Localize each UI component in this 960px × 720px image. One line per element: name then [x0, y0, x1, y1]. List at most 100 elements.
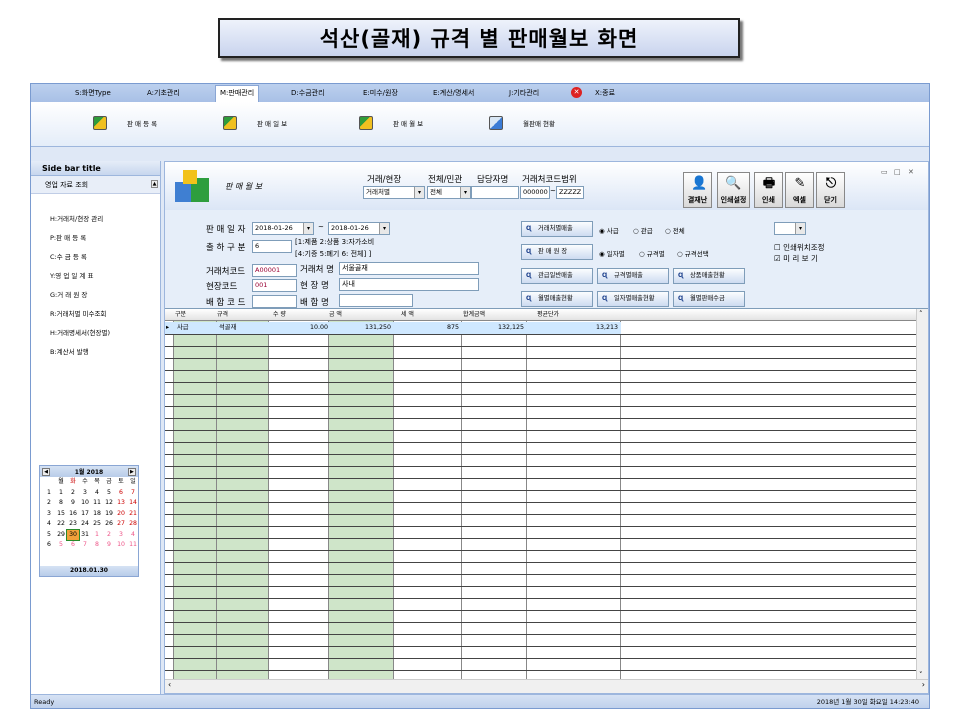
- calendar-day[interactable]: 31: [79, 530, 91, 541]
- sales-ledger-button[interactable]: Ɋ판 매 원 장: [521, 244, 593, 260]
- print-button[interactable]: 🖶 인쇄: [754, 172, 783, 208]
- calendar-day[interactable]: 9: [67, 498, 79, 509]
- sidebar-item-statement[interactable]: H:거래명세서(현장별): [50, 327, 110, 337]
- date-to-input[interactable]: 2018-01-26: [328, 222, 390, 235]
- calendar-day[interactable]: 18: [91, 509, 103, 520]
- menu-receivable[interactable]: E:미수/원장: [359, 86, 402, 100]
- menu-invoice[interactable]: E:계산/명세서: [429, 86, 478, 100]
- calendar-day[interactable]: 20: [115, 509, 127, 520]
- sidebar-item-tax-invoice[interactable]: B:계산서 발행: [50, 346, 89, 356]
- site-name-input[interactable]: 사내: [339, 278, 479, 291]
- ribbon-monthly-status[interactable]: 월판매 현황: [489, 116, 555, 130]
- menu-etc[interactable]: J:기타관리: [505, 86, 543, 100]
- sidebar-section[interactable]: 영업 자료 조회 ▲: [31, 176, 160, 194]
- public-sales-button[interactable]: Ɋ 관급일반매출: [521, 268, 593, 284]
- calendar-day[interactable]: 5: [103, 488, 115, 499]
- calendar-day[interactable]: 5: [55, 540, 67, 551]
- calendar-day[interactable]: 9: [103, 540, 115, 551]
- menu-sales[interactable]: M:판매관리: [215, 85, 260, 102]
- preview-check[interactable]: ☑ 미 리 보 기: [774, 253, 818, 264]
- ribbon-monthly-report[interactable]: 판 매 월 보: [359, 116, 423, 130]
- scroll-up-icon[interactable]: ▲: [151, 180, 158, 188]
- site-code-input[interactable]: 001: [252, 279, 297, 292]
- print-position-check[interactable]: ☐ 인쇄위치조정: [774, 242, 825, 253]
- scroll-down-icon[interactable]: ˅: [919, 671, 923, 679]
- calendar-day[interactable]: 27: [115, 519, 127, 530]
- calendar-day[interactable]: 3: [79, 488, 91, 499]
- calendar-day[interactable]: 4: [127, 530, 139, 541]
- calendar-day[interactable]: 11: [127, 540, 139, 551]
- calendar-day[interactable]: 1: [55, 488, 67, 499]
- monthly-collect-button[interactable]: Ɋ 월별판매수금: [673, 291, 745, 307]
- menu-screen-type[interactable]: S:화면Type: [71, 86, 115, 100]
- calendar-day[interactable]: 1: [91, 530, 103, 541]
- approve-button[interactable]: 👤 결재난: [683, 172, 712, 208]
- calendar-day[interactable]: 29: [55, 530, 67, 541]
- calendar-today[interactable]: 2018.01.30: [40, 566, 138, 576]
- calendar-day[interactable]: 25: [91, 519, 103, 530]
- calendar-day[interactable]: 8: [55, 498, 67, 509]
- cust-name-input[interactable]: 서울골재: [339, 262, 479, 275]
- menu-collection[interactable]: D:수금관리: [287, 86, 329, 100]
- col-header[interactable]: 수 량: [273, 309, 286, 321]
- calendar-day[interactable]: 13: [115, 498, 127, 509]
- col-header[interactable]: 합계금액: [463, 309, 485, 321]
- sidebar-item-customer-site[interactable]: H:거래처/현장 관리: [50, 213, 103, 223]
- radio-spec-select[interactable]: ○ 규격선택: [677, 248, 709, 258]
- sidebar-item-collection[interactable]: C:수 금 등 록: [50, 251, 87, 261]
- col-header[interactable]: 규격: [217, 309, 228, 321]
- table-row[interactable]: ▸ 사급 석골재 10.00 131,250 875 132,125 13,21…: [165, 322, 621, 334]
- scroll-up-icon[interactable]: ˄: [919, 310, 923, 318]
- calendar-day[interactable]: 11: [91, 498, 103, 509]
- calendar-day[interactable]: 19: [103, 509, 115, 520]
- calendar-day[interactable]: 6: [115, 488, 127, 499]
- scope-select[interactable]: 전체: [427, 186, 471, 199]
- group-select[interactable]: 거래처별: [363, 186, 425, 199]
- maximize-icon[interactable]: □: [894, 168, 901, 176]
- range-to-input[interactable]: ZZZZZ: [556, 186, 584, 199]
- calendar-day[interactable]: 2: [103, 530, 115, 541]
- calendar-day[interactable]: 14: [127, 498, 139, 509]
- radio-public[interactable]: ○ 관급: [633, 225, 653, 235]
- col-header[interactable]: 세 액: [401, 309, 414, 321]
- sidebar-item-daily-sheet[interactable]: Y:영 업 일 계 표: [50, 270, 93, 280]
- sidebar-item-ledger[interactable]: G:거 래 원 장: [50, 289, 87, 299]
- scroll-left-icon[interactable]: ‹: [168, 680, 171, 689]
- col-header[interactable]: 금 액: [329, 309, 342, 321]
- product-sales-button[interactable]: Ɋ 상품매출현황: [673, 268, 745, 284]
- horizontal-scrollbar[interactable]: ‹ ›: [165, 679, 928, 693]
- menu-exit[interactable]: X:종료: [591, 86, 619, 100]
- col-header[interactable]: 구분: [175, 309, 186, 321]
- vertical-scrollbar[interactable]: ˄ ˅: [916, 309, 928, 680]
- ribbon-daily-report[interactable]: 판 매 일 보: [223, 116, 287, 130]
- mix-code-input[interactable]: [252, 295, 297, 308]
- close-icon[interactable]: ✕: [908, 168, 914, 176]
- range-from-input[interactable]: 000000: [520, 186, 550, 199]
- calendar-day[interactable]: 30: [66, 528, 80, 541]
- calendar-day[interactable]: 23: [67, 519, 79, 530]
- calendar-day[interactable]: 2: [67, 488, 79, 499]
- calendar-day[interactable]: 21: [127, 509, 139, 520]
- manager-input[interactable]: [471, 186, 519, 199]
- calendar-day[interactable]: 7: [79, 540, 91, 551]
- exit-icon[interactable]: ✕: [571, 87, 582, 98]
- calendar-day[interactable]: 26: [103, 519, 115, 530]
- calendar-day[interactable]: 8: [91, 540, 103, 551]
- ship-input[interactable]: 6: [252, 240, 292, 253]
- spec-sales-button[interactable]: Ɋ 규격별매출: [597, 268, 669, 284]
- calendar-day[interactable]: 7: [127, 488, 139, 499]
- print-setup-button[interactable]: 🔍 인쇄설정: [717, 172, 750, 208]
- next-month-icon[interactable]: ▶: [127, 467, 136, 476]
- calendar-day[interactable]: 10: [79, 498, 91, 509]
- ribbon-sales-entry[interactable]: 판 매 등 록: [93, 116, 157, 130]
- calendar-day[interactable]: 15: [55, 509, 67, 520]
- radio-all[interactable]: ○ 전체: [665, 225, 685, 235]
- calendar-day[interactable]: 12: [103, 498, 115, 509]
- col-header[interactable]: 평균단가: [537, 309, 559, 321]
- calendar-day[interactable]: 28: [127, 519, 139, 530]
- menu-basic[interactable]: A:기초관리: [143, 86, 184, 100]
- calendar-day[interactable]: 24: [79, 519, 91, 530]
- daily-sales-button[interactable]: Ɋ 일자별매출현황: [597, 291, 669, 307]
- cust-code-input[interactable]: A00001: [252, 264, 297, 277]
- radio-private[interactable]: ◉ 사급: [599, 225, 619, 235]
